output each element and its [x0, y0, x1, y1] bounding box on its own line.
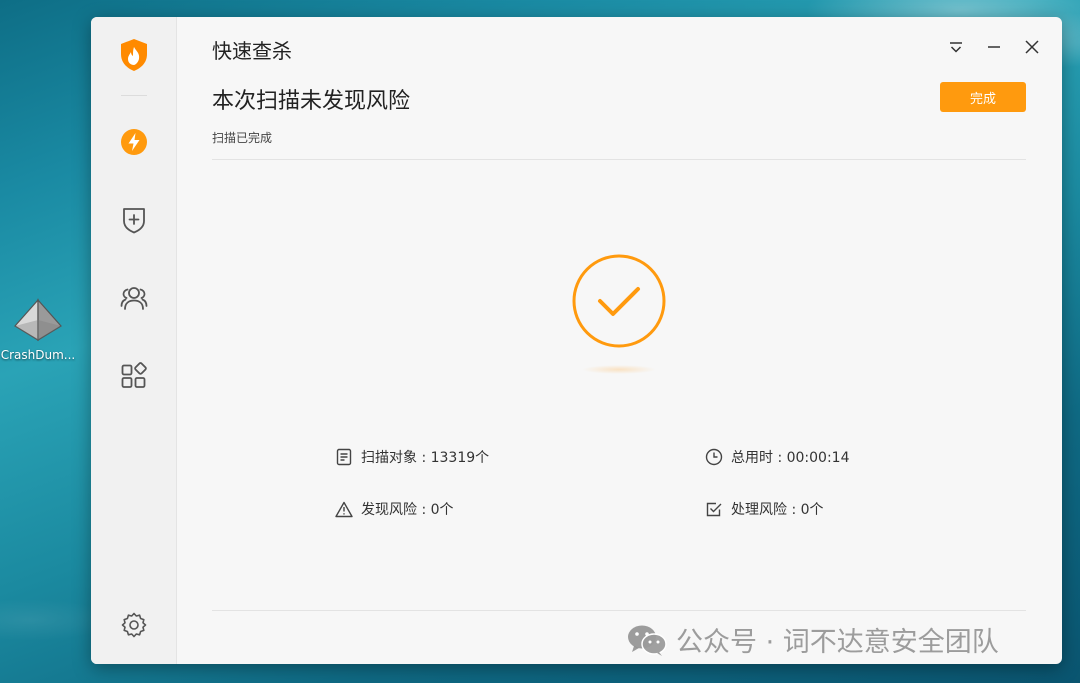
watermark-text: 公众号 · 词不达意安全团队	[676, 627, 999, 658]
wechat-icon	[628, 625, 667, 656]
sidebar	[91, 17, 177, 664]
bottom-divider	[212, 610, 1026, 611]
check-shadow	[582, 365, 656, 374]
close-icon	[1025, 40, 1039, 54]
check-circle-icon	[572, 254, 666, 348]
sidebar-item-quick-scan[interactable]	[116, 124, 152, 160]
result-check	[571, 253, 667, 349]
app-logo	[116, 37, 152, 73]
sidebar-item-users[interactable]	[116, 280, 152, 316]
settings-gear-icon	[121, 612, 147, 638]
stat-risks-handled: 处理风险 : 0个	[705, 499, 824, 519]
crashdump-pyramid-icon	[14, 298, 62, 342]
antivirus-window: 快速查杀 本次扫描未发现风险 完成 扫描已完成 扫描对象: 13319个 总用…	[91, 17, 1062, 664]
minimize-button[interactable]	[984, 37, 1004, 57]
shield-flame-logo-icon	[121, 39, 147, 71]
users-icon	[120, 287, 148, 310]
document-icon	[335, 448, 353, 466]
watermark: 公众号 · 词不达意安全团队	[626, 620, 999, 659]
warning-icon	[335, 500, 353, 518]
window-controls	[946, 37, 1042, 57]
sidebar-item-settings[interactable]	[116, 607, 152, 643]
menu-icon	[950, 42, 962, 53]
stat-scanned-text: 扫描对象 : 13319个	[361, 450, 490, 466]
lightning-scan-icon	[121, 129, 147, 155]
stat-found-text: 发现风险 : 0个	[361, 502, 454, 518]
main-panel: 快速查杀 本次扫描未发现风险 完成 扫描已完成 扫描对象: 13319个 总用…	[178, 17, 1062, 664]
scan-status-text: 扫描已完成	[212, 131, 273, 145]
shield-plus-icon	[123, 208, 145, 234]
menu-button[interactable]	[946, 37, 966, 57]
checkbox-icon	[705, 500, 723, 518]
done-button[interactable]: 完成	[940, 82, 1026, 112]
clock-icon	[705, 448, 723, 466]
window-title: 快速查杀	[212, 39, 292, 63]
close-button[interactable]	[1022, 37, 1042, 57]
sidebar-item-apps[interactable]	[116, 358, 152, 394]
stat-handled-text: 处理风险 : 0个	[731, 502, 824, 518]
apps-grid-icon	[121, 362, 147, 388]
top-divider	[212, 159, 1026, 160]
stat-duration-text: 总用时 : 00:00:14	[731, 450, 850, 466]
sidebar-separator	[121, 95, 147, 96]
stat-scanned-objects: 扫描对象 : 13319个	[335, 447, 489, 467]
scan-result-headline: 本次扫描未发现风险	[212, 89, 411, 114]
sidebar-item-protection[interactable]	[116, 202, 152, 238]
desktop-shortcut-label: CrashDum...	[0, 348, 76, 362]
stat-risks-found: 发现风险 : 0个	[335, 499, 454, 519]
desktop-shortcut[interactable]: CrashDum...	[0, 296, 76, 362]
minimize-icon	[988, 46, 1000, 48]
stat-duration: 总用时 : 00:00:14	[705, 447, 850, 467]
